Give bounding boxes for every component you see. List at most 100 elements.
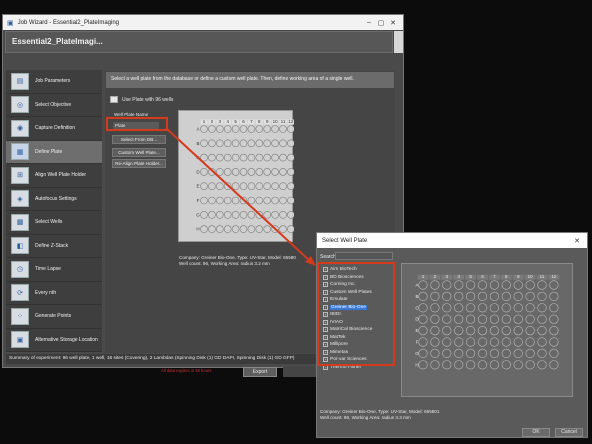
- well: [501, 314, 511, 324]
- dialog-title: Select Well Plate: [322, 237, 368, 244]
- well: [477, 303, 488, 313]
- well: [430, 314, 440, 324]
- well: [525, 303, 535, 313]
- dialog-well-plate-grid: 1 2 3 4 5 6 7 8 9 10 11 12ABCDEFGH: [415, 274, 560, 370]
- well: [525, 337, 535, 347]
- well: [537, 348, 547, 358]
- well: [489, 314, 499, 324]
- well: [537, 314, 547, 324]
- well: [513, 325, 523, 336]
- well: [489, 291, 499, 302]
- well: [549, 348, 559, 358]
- well: [549, 291, 559, 302]
- well: [454, 348, 464, 358]
- well: [454, 303, 464, 313]
- well: [513, 314, 523, 324]
- well: [418, 325, 428, 336]
- well: [513, 337, 523, 347]
- well: [442, 291, 452, 302]
- well: [465, 360, 476, 370]
- well: [418, 280, 428, 290]
- well: [430, 348, 440, 358]
- well: [430, 280, 440, 290]
- row-label: E: [415, 328, 418, 333]
- well: [537, 360, 547, 370]
- well: [513, 348, 523, 358]
- well: [454, 314, 464, 324]
- well: [513, 303, 523, 313]
- well: [549, 337, 559, 347]
- well: [513, 280, 523, 290]
- column-label: 11: [540, 274, 545, 279]
- well: [442, 314, 452, 324]
- well: [513, 291, 523, 302]
- well: [454, 360, 464, 370]
- well: [418, 291, 428, 302]
- well: [418, 314, 428, 324]
- well: [418, 337, 428, 347]
- well: [525, 280, 535, 290]
- well: [477, 348, 488, 358]
- well: [442, 280, 452, 290]
- well: [442, 337, 452, 347]
- well: [430, 360, 440, 370]
- arrow-line: [165, 127, 311, 262]
- well: [477, 360, 488, 370]
- well: [454, 291, 464, 302]
- search-input[interactable]: [335, 252, 393, 260]
- well: [501, 337, 511, 347]
- row-label: F: [416, 340, 419, 345]
- well: [477, 337, 488, 347]
- well: [430, 291, 440, 302]
- dialog-plate-preview: 1 2 3 4 5 6 7 8 9 10 11 12 A B C D E F G H: [401, 263, 573, 397]
- well: [549, 314, 559, 324]
- well: [525, 325, 535, 336]
- well: [465, 348, 476, 358]
- well: [525, 291, 535, 302]
- dialog-plate-info: Company: Greiner Bio-One, Type: UV-Star,…: [320, 409, 439, 421]
- well: [477, 314, 488, 324]
- well: [442, 303, 452, 313]
- well: [501, 325, 511, 336]
- well: [454, 325, 464, 336]
- well: [465, 303, 476, 313]
- well: [477, 325, 488, 336]
- well: [489, 337, 499, 347]
- row-label: B: [415, 294, 418, 299]
- well: [442, 325, 452, 336]
- well: [430, 337, 440, 347]
- well: [537, 325, 547, 336]
- well: [477, 291, 488, 302]
- well: [537, 291, 547, 302]
- well: [537, 280, 547, 290]
- well: [418, 360, 428, 370]
- cancel-button[interactable]: Cancel: [555, 428, 583, 437]
- well: [501, 280, 511, 290]
- well: [465, 325, 476, 336]
- well: [537, 303, 547, 313]
- row-label: A: [415, 283, 418, 288]
- well: [513, 360, 523, 370]
- well: [501, 303, 511, 313]
- well: [442, 348, 452, 358]
- well: [477, 280, 488, 290]
- dialog-close-icon[interactable]: ✕: [571, 237, 583, 245]
- well: [549, 360, 559, 370]
- well: [465, 280, 476, 290]
- well: [465, 291, 476, 302]
- well: [525, 314, 535, 324]
- well: [430, 303, 440, 313]
- row-label: H: [415, 362, 418, 367]
- well: [454, 280, 464, 290]
- well: [549, 280, 559, 290]
- ok-button[interactable]: OK: [522, 428, 550, 437]
- column-label: 12: [551, 274, 557, 279]
- well: [442, 360, 452, 370]
- well: [525, 348, 535, 358]
- well: [465, 314, 476, 324]
- well: [501, 291, 511, 302]
- dialog-titlebar[interactable]: Select Well Plate ✕: [317, 233, 587, 248]
- well: [501, 360, 511, 370]
- well: [501, 348, 511, 358]
- well: [525, 360, 535, 370]
